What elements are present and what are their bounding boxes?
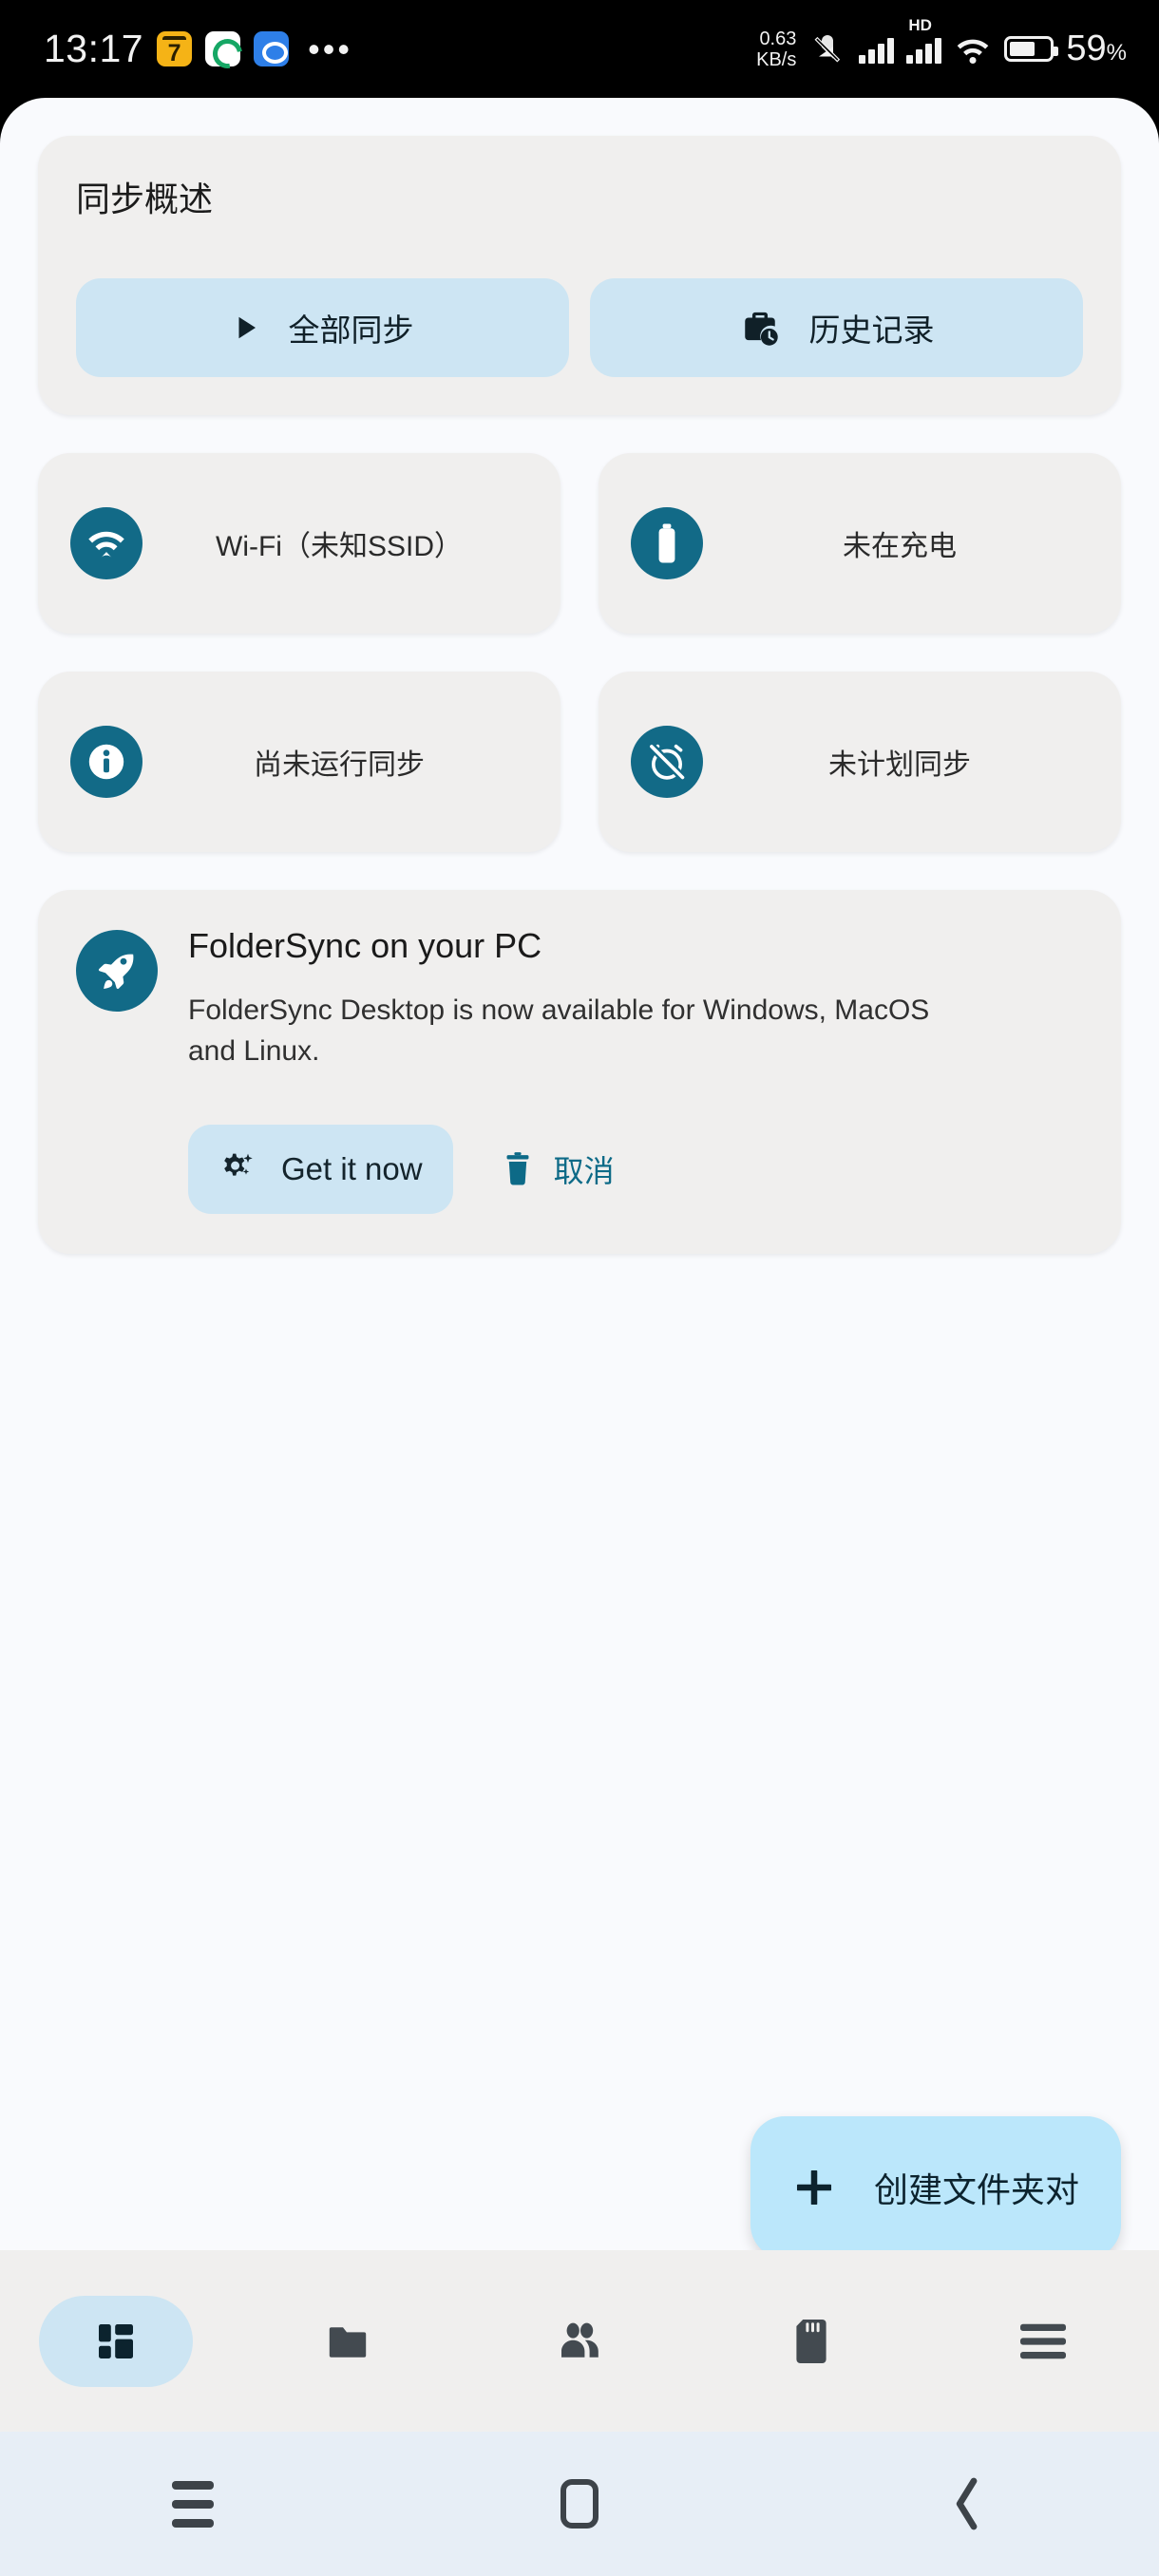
- dashboard-icon: [93, 2319, 139, 2364]
- nav-item-menu[interactable]: [927, 2250, 1159, 2432]
- plus-icon: [792, 2166, 836, 2209]
- nav-item-storage[interactable]: [695, 2250, 927, 2432]
- recents-icon: [172, 2480, 215, 2528]
- status-bar: 13:17 ••• 0.63 KB/s HD: [0, 0, 1159, 98]
- home-icon: [560, 2479, 598, 2529]
- desktop-promo-body: FolderSync on your PC FolderSync Desktop…: [188, 926, 1083, 1215]
- desktop-promo-actions: Get it now 取消: [188, 1125, 1083, 1215]
- sync-overview-card: 同步概述 全部同步 历史记录: [38, 136, 1121, 415]
- history-button[interactable]: 历史记录: [590, 278, 1083, 377]
- wifi-icon: [70, 507, 142, 579]
- create-folderpair-label: 创建文件夹对: [873, 2170, 1079, 2209]
- sync-overview-actions: 全部同步 历史记录: [76, 278, 1083, 377]
- hamburger-icon: [1018, 2321, 1068, 2361]
- desktop-promo-card: FolderSync on your PC FolderSync Desktop…: [38, 890, 1121, 1255]
- battery-percent-label: 59%: [1066, 28, 1127, 68]
- people-icon: [555, 2319, 604, 2364]
- system-back-button[interactable]: [772, 2475, 1159, 2532]
- system-recents-button[interactable]: [0, 2480, 387, 2528]
- network-speed-value: 0.63: [759, 28, 797, 49]
- app-surface: 同步概述 全部同步 历史记录 Wi-Fi（未知SSID） 未在充电 尚未运行同步…: [0, 98, 1159, 2250]
- info-icon: [70, 726, 142, 798]
- status-card-charging-label: 未在充电: [843, 531, 957, 562]
- dismiss-promo-button[interactable]: 取消: [485, 1138, 632, 1201]
- network-speed-indicator: 0.63 KB/s: [756, 28, 796, 70]
- status-card-wifi-label: Wi-Fi（未知SSID）: [216, 531, 463, 562]
- gear-sparkle-icon: [218, 1150, 256, 1188]
- system-home-button[interactable]: [387, 2479, 773, 2529]
- sdcard-icon: [790, 2318, 832, 2365]
- network-speed-unit: KB/s: [756, 48, 797, 70]
- desktop-promo-description: FolderSync Desktop is now available for …: [188, 994, 930, 1067]
- status-card-lastsync-label: 尚未运行同步: [254, 749, 425, 781]
- sync-all-label: 全部同步: [288, 313, 414, 348]
- history-label: 历史记录: [808, 313, 935, 348]
- create-folderpair-fab[interactable]: 创建文件夹对: [750, 2116, 1121, 2250]
- status-bar-right: 0.63 KB/s HD 59%: [756, 16, 1127, 70]
- play-icon: [232, 312, 260, 344]
- status-card-wifi[interactable]: Wi-Fi（未知SSID）: [38, 453, 560, 634]
- status-card-schedule-label: 未计划同步: [828, 749, 971, 781]
- trash-icon: [503, 1151, 533, 1187]
- back-icon: [947, 2475, 985, 2532]
- nav-item-folderpairs[interactable]: [232, 2250, 464, 2432]
- desktop-promo-title: FolderSync on your PC: [188, 926, 542, 965]
- phone-screen: 13:17 ••• 0.63 KB/s HD: [0, 0, 1159, 2576]
- mute-icon: [808, 32, 846, 66]
- status-card-schedule[interactable]: 未计划同步: [598, 672, 1121, 852]
- nav-item-accounts[interactable]: [464, 2250, 695, 2432]
- battery-icon: [631, 507, 703, 579]
- status-card-grid: Wi-Fi（未知SSID） 未在充电 尚未运行同步 未计划同步: [38, 453, 1121, 852]
- signal-bars-icon: [859, 35, 895, 64]
- nav-item-dashboard[interactable]: [0, 2250, 232, 2432]
- system-navigation-bar: [0, 2432, 1159, 2576]
- dismiss-promo-label: 取消: [553, 1154, 615, 1189]
- nav-active-pill: [39, 2295, 193, 2387]
- status-bar-clock: 13:17: [44, 27, 144, 70]
- status-card-charging[interactable]: 未在充电: [598, 453, 1121, 634]
- alarm-off-icon: [631, 726, 703, 798]
- sync-all-button[interactable]: 全部同步: [76, 278, 569, 377]
- get-it-now-label: Get it now: [281, 1151, 423, 1187]
- blue-cloud-app-icon: [254, 31, 290, 66]
- bottom-navigation-bar: [0, 2250, 1159, 2432]
- status-bar-left: 13:17 •••: [44, 27, 352, 71]
- cat-seven-app-icon: [157, 31, 193, 66]
- work-history-icon: [739, 308, 781, 348]
- folder-icon: [325, 2319, 370, 2364]
- hd-label: HD: [908, 15, 932, 34]
- green-spiral-app-icon: [205, 31, 241, 66]
- battery-icon: [1004, 36, 1059, 62]
- hd-signal-icon: HD: [906, 16, 942, 64]
- rocket-icon: [76, 930, 158, 1012]
- status-card-lastsync[interactable]: 尚未运行同步: [38, 672, 560, 852]
- sync-overview-title: 同步概述: [76, 180, 214, 218]
- get-it-now-button[interactable]: Get it now: [188, 1125, 453, 1215]
- notification-overflow-icon: •••: [308, 28, 352, 68]
- wifi-icon: [954, 34, 992, 65]
- app-content: 同步概述 全部同步 历史记录 Wi-Fi（未知SSID） 未在充电 尚未运行同步…: [0, 98, 1159, 1255]
